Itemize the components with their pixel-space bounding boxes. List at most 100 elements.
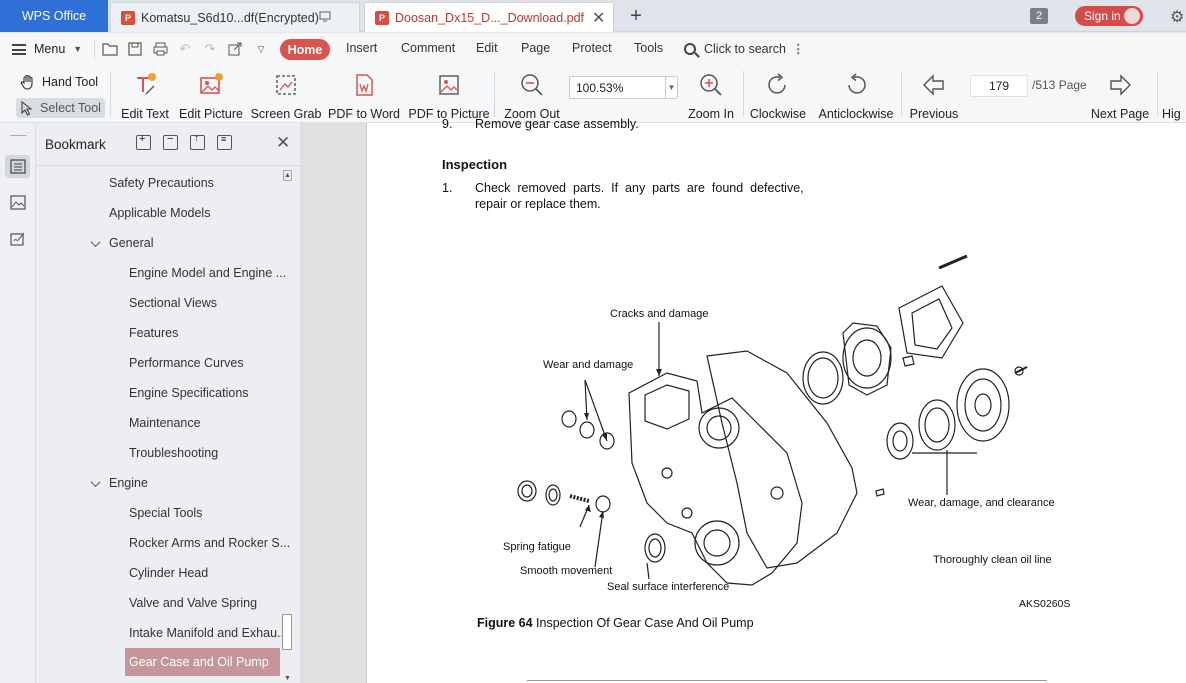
bookmark-safety-precautions[interactable]: Safety Precautions — [109, 169, 214, 197]
bookmark-sectional-views[interactable]: Sectional Views — [129, 289, 217, 317]
main-menu-button[interactable]: Menu ▼ — [12, 39, 82, 59]
redo-icon[interactable]: ↷ — [202, 41, 218, 57]
bookmark-general[interactable]: General — [109, 229, 153, 257]
close-tab-icon[interactable]: ✕ — [592, 8, 605, 28]
rotate-clockwise-button[interactable]: Clockwise — [749, 65, 807, 123]
divider — [527, 680, 1047, 681]
previous-label: Previous — [909, 107, 959, 121]
zoom-in-icon — [697, 71, 725, 99]
previous-page-button[interactable]: Previous — [907, 65, 961, 123]
bookmark-troubleshooting[interactable]: Troubleshooting — [129, 439, 218, 467]
search-command[interactable]: Click to search ⋮ — [684, 41, 804, 56]
pdf-to-picture-button[interactable]: PDF to Picture — [408, 65, 490, 123]
edit-text-button[interactable]: Edit Text — [118, 65, 172, 123]
divider — [743, 71, 744, 117]
bookmark-rocker-arms[interactable]: Rocker Arms and Rocker S... — [129, 529, 290, 557]
edit-text-label: Edit Text — [121, 107, 169, 121]
settings-icon[interactable]: ⚙ — [1170, 7, 1184, 27]
callout-cracks: Cracks and damage — [610, 308, 709, 320]
save-icon[interactable] — [127, 41, 143, 57]
new-tab-icon[interactable]: + — [624, 4, 648, 28]
scroll-up-icon[interactable]: ▲ — [283, 170, 292, 181]
menu-row: Menu ▼ ↶ ↷ ▽ Home Insert Comment Edit Pa… — [0, 33, 1186, 65]
ribbon-toolbar: Hand Tool Select Tool Edit Text Edit Pic… — [0, 65, 1186, 123]
bookmark-valve-spring[interactable]: Valve and Valve Spring — [129, 589, 257, 617]
expand-all-icon[interactable]: − — [163, 133, 178, 150]
tab-comment[interactable]: Comment — [401, 41, 455, 55]
highlight-button[interactable]: Hig — [1162, 65, 1186, 123]
next-page-label: Next Page — [1090, 107, 1150, 121]
figure-title: Inspection Of Gear Case And Oil Pump — [532, 616, 754, 630]
pdf-to-word-button[interactable]: PDF to Word — [328, 65, 400, 123]
bookmark-applicable-models[interactable]: Applicable Models — [109, 199, 210, 227]
pdf-file-icon: P — [121, 10, 135, 25]
arrow-right-icon — [1106, 71, 1134, 99]
divider — [494, 71, 495, 117]
pdf-file-icon: P — [375, 10, 389, 25]
bookmark-performance-curves[interactable]: Performance Curves — [129, 349, 244, 377]
scroll-thumb[interactable] — [282, 614, 292, 650]
bookmark-tools: + − ↑ ≡ — [136, 133, 232, 150]
bookmark-cylinder-head[interactable]: Cylinder Head — [129, 559, 208, 587]
chevron-down-icon[interactable] — [88, 476, 102, 490]
zoom-in-button[interactable]: Zoom In — [686, 65, 736, 123]
pdf-page: 9. Remove gear case assembly. Inspection… — [366, 117, 1186, 683]
screen-grab-button[interactable]: Screen Grab — [251, 65, 321, 123]
zoom-out-button[interactable]: Zoom Out — [503, 65, 561, 123]
tab-edit[interactable]: Edit — [476, 41, 498, 55]
sign-in-button[interactable]: Sign in — [1075, 6, 1143, 26]
bookmark-gear-case-oil-pump[interactable]: Gear Case and Oil Pump — [125, 648, 280, 676]
bookmark-options-icon[interactable]: ≡ — [217, 134, 232, 150]
divider — [94, 41, 95, 59]
bookmark-maintenance[interactable]: Maintenance — [129, 409, 201, 437]
next-page-button[interactable]: Next Page — [1090, 65, 1150, 123]
anticlockwise-label: Anticlockwise — [818, 107, 894, 121]
thumbnail-panel-icon[interactable] — [5, 191, 30, 214]
customize-dropdown-icon[interactable]: ▽ — [253, 41, 269, 57]
wps-office-tab[interactable]: WPS Office — [0, 0, 108, 32]
scroll-down-icon[interactable]: ▼ — [283, 674, 292, 683]
bookmark-special-tools[interactable]: Special Tools — [129, 499, 202, 527]
page-number-input[interactable]: 179 — [970, 75, 1028, 97]
export-icon[interactable] — [227, 41, 243, 57]
bookmark-panel-icon[interactable] — [5, 155, 30, 178]
side-rail — [0, 123, 36, 683]
document-tab-komatsu[interactable]: P Komatsu_S6d10...df(Encrypted) — [110, 2, 360, 32]
zoom-level-select[interactable]: 100.53% ▼ — [569, 76, 678, 99]
monitor-icon[interactable] — [319, 10, 331, 25]
chevron-down-icon[interactable] — [88, 236, 102, 250]
document-tab-title: Doosan_Dx15_D..._Download.pdf — [395, 10, 585, 25]
hand-tool-button[interactable]: Hand Tool — [20, 72, 98, 92]
bookmark-engine[interactable]: Engine — [109, 469, 148, 497]
callout-wear-clearance: Wear, damage, and clearance — [908, 497, 1055, 509]
close-panel-icon[interactable]: ✕ — [276, 133, 290, 153]
bookmark-up-icon[interactable]: ↑ — [190, 133, 205, 150]
edit-picture-icon — [197, 71, 225, 99]
select-tool-button[interactable]: Select Tool — [16, 98, 105, 118]
rotate-anticlockwise-button[interactable]: Anticlockwise — [817, 65, 895, 123]
more-options-icon[interactable]: ⋮ — [792, 41, 805, 56]
tab-home[interactable]: Home — [280, 39, 330, 60]
open-folder-icon[interactable] — [102, 41, 118, 57]
window-count-badge[interactable]: 2 — [1030, 8, 1048, 24]
undo-icon[interactable]: ↶ — [177, 41, 193, 57]
callout-seal: Seal surface interference — [607, 581, 730, 593]
tab-insert[interactable]: Insert — [346, 41, 377, 55]
document-tab-doosan[interactable]: P Doosan_Dx15_D..._Download.pdf ✕ — [364, 2, 614, 32]
bookmark-panel-title: Bookmark — [45, 137, 106, 152]
edit-picture-label: Edit Picture — [179, 107, 243, 121]
bookmark-intake-manifold[interactable]: Intake Manifold and Exhau... — [129, 619, 287, 647]
bookmark-engine-model[interactable]: Engine Model and Engine ... — [129, 259, 286, 287]
print-icon[interactable] — [152, 41, 168, 57]
bookmark-engine-specifications[interactable]: Engine Specifications — [129, 379, 249, 407]
signature-panel-icon[interactable] — [5, 227, 30, 250]
tab-tools[interactable]: Tools — [634, 41, 663, 55]
tab-protect[interactable]: Protect — [572, 41, 612, 55]
edit-picture-button[interactable]: Edit Picture — [179, 65, 243, 123]
document-viewport[interactable]: 9. Remove gear case assembly. Inspection… — [300, 117, 1186, 683]
chevron-down-icon[interactable]: ▼ — [665, 77, 677, 98]
add-bookmark-icon[interactable]: + — [136, 133, 151, 150]
bookmark-features[interactable]: Features — [129, 319, 178, 347]
bookmark-scrollbar[interactable]: ▲ ▼ — [280, 166, 294, 683]
tab-page[interactable]: Page — [521, 41, 550, 55]
